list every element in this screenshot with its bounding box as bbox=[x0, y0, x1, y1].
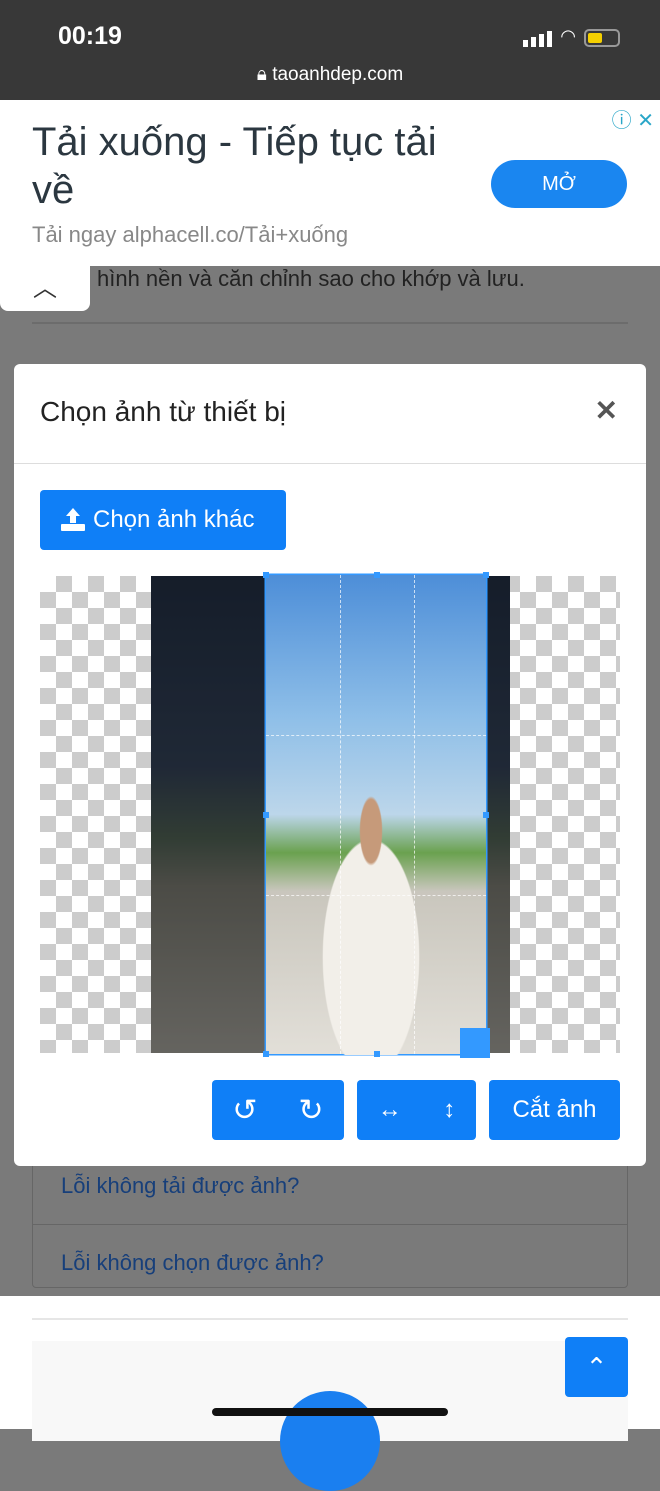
ad-open-button[interactable]: MỞ bbox=[491, 160, 627, 208]
ad-subtitle: Tải ngay alphacell.co/Tải+xuống bbox=[32, 222, 349, 247]
flip-button-group: ↔ ↕ bbox=[357, 1080, 476, 1140]
page-text: hình nền và căn chỉnh sao cho khớp và lư… bbox=[97, 266, 525, 291]
image-crop-modal: Chọn ảnh từ thiết bị ✕ Chọn ảnh khác ↺ ↻… bbox=[14, 364, 646, 1166]
faq-item[interactable]: Lỗi không chọn được ảnh? bbox=[33, 1224, 627, 1287]
crop-handle[interactable] bbox=[374, 1051, 380, 1057]
faq-item[interactable]: Lỗi không tải được ảnh? bbox=[33, 1161, 627, 1224]
crop-handle[interactable] bbox=[374, 572, 380, 578]
clock: 00:19 bbox=[58, 22, 122, 50]
faq-list: Lỗi không tải được ảnh? Lỗi không chọn đ… bbox=[32, 1160, 628, 1288]
crop-button[interactable]: Cắt ảnh bbox=[489, 1080, 620, 1140]
info-icon[interactable]: ⓘ bbox=[612, 110, 632, 132]
upload-icon bbox=[61, 508, 85, 531]
home-indicator bbox=[212, 1408, 448, 1416]
photo-subject bbox=[296, 775, 446, 1055]
signal-icon bbox=[523, 31, 553, 47]
divider bbox=[32, 322, 628, 324]
crop-handle[interactable] bbox=[483, 812, 489, 818]
flip-vertical-icon[interactable]: ↕ bbox=[443, 1096, 455, 1124]
crop-handle[interactable] bbox=[263, 812, 269, 818]
close-icon[interactable]: ✕ bbox=[595, 394, 618, 427]
modal-title: Chọn ảnh từ thiết bị bbox=[40, 396, 287, 427]
rotate-right-icon[interactable]: ↻ bbox=[298, 1093, 323, 1128]
crop-resize-handle[interactable] bbox=[460, 1028, 490, 1058]
choose-label: Chọn ảnh khác bbox=[93, 506, 255, 533]
address-bar[interactable]: 🔒︎ taoanhdep.com bbox=[0, 64, 660, 86]
battery-icon bbox=[584, 29, 620, 47]
chevron-up-icon: ⌃ bbox=[585, 1352, 608, 1382]
ad-close-icon[interactable]: ✕ bbox=[637, 110, 654, 132]
collapse-ad-button[interactable]: ︿ bbox=[0, 266, 90, 311]
rotate-button-group: ↺ ↻ bbox=[212, 1080, 344, 1140]
chevron-up-icon: ︿ bbox=[33, 275, 57, 302]
site-logo bbox=[280, 1391, 380, 1491]
flip-horizontal-icon[interactable]: ↔ bbox=[378, 1096, 402, 1124]
wifi-icon: ◠ bbox=[560, 26, 576, 46]
status-bar: 00:19 ◠ 🔒︎ taoanhdep.com bbox=[0, 0, 660, 100]
ad-headline: Tải xuống - Tiếp tục tải về bbox=[32, 120, 437, 212]
choose-other-image-button[interactable]: Chọn ảnh khác bbox=[40, 490, 286, 550]
scroll-top-button[interactable]: ⌃ bbox=[565, 1337, 628, 1397]
crop-box[interactable] bbox=[263, 572, 490, 1058]
status-icons: ◠ bbox=[523, 26, 620, 47]
crop-label: Cắt ảnh bbox=[512, 1096, 597, 1123]
ad-banner[interactable]: Tải xuống - Tiếp tục tải về Tải ngay alp… bbox=[0, 100, 660, 266]
crop-handle[interactable] bbox=[263, 1051, 269, 1057]
rotate-left-icon[interactable]: ↺ bbox=[232, 1093, 257, 1128]
crop-handle[interactable] bbox=[263, 572, 269, 578]
crop-handle[interactable] bbox=[483, 572, 489, 578]
lock-icon: 🔒︎ bbox=[256, 64, 273, 85]
url-text: taoanhdep.com bbox=[272, 64, 404, 85]
cropper-canvas[interactable] bbox=[40, 572, 620, 1058]
